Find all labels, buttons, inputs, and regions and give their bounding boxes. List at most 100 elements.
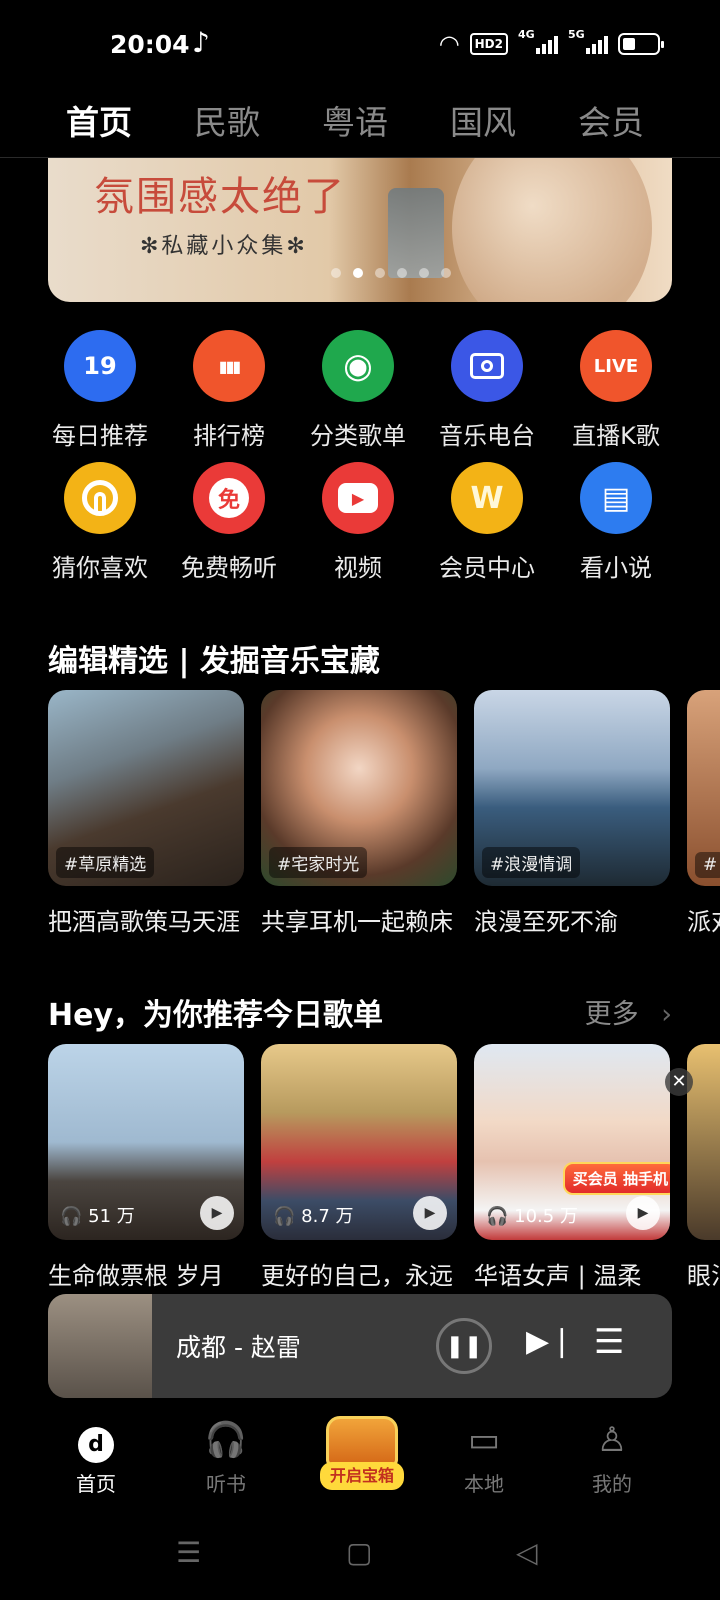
banner-title: 氛围感太绝了 [94, 174, 346, 220]
card-cover: #草原精选 [48, 690, 244, 886]
treasure-chest-button[interactable]: 开启宝箱 [320, 1410, 404, 1492]
shortcut-guess[interactable]: 猜你喜欢 [30, 462, 170, 583]
shortcut-charts[interactable]: ▮▮▮ 排行榜 [159, 330, 299, 451]
calendar-19-icon: 19 [64, 330, 136, 402]
card-cover: #宅家时光 [261, 690, 457, 886]
editor-card[interactable]: #宅家时光 共享耳机一起赖床 [261, 690, 457, 937]
shortcut-categories[interactable]: ◉ 分类歌单 [288, 330, 428, 451]
nav-label: 听书 [206, 1472, 246, 1496]
editor-card[interactable]: # 派对 [687, 690, 720, 937]
nav-local[interactable]: ▭ 本地 [434, 1420, 534, 1497]
shortcut-live[interactable]: LIVE 直播K歌 [546, 330, 686, 451]
nav-label: 本地 [464, 1472, 504, 1496]
home-square-icon[interactable]: ▢ [346, 1536, 372, 1569]
promo-banner[interactable]: 氛围感太绝了 ✻私藏小众集✻ [48, 158, 672, 302]
shortcut-label: 看小说 [580, 554, 652, 582]
play-icon[interactable]: ▶ [413, 1196, 447, 1230]
video-play-icon: ▶ [322, 462, 394, 534]
treasure-chest-icon [326, 1416, 398, 1466]
recents-icon[interactable]: ☰ [176, 1536, 201, 1569]
banner-dot [331, 268, 341, 278]
shortcut-label: 每日推荐 [52, 422, 148, 450]
treasure-chest-label: 开启宝箱 [320, 1462, 404, 1490]
playlist-card[interactable]: 🎧 51 万 ▶ 生命做票根 岁月 [48, 1044, 244, 1291]
card-title: 浪漫至死不渝 [474, 908, 618, 936]
card-title: 派对 [687, 908, 720, 936]
shortcut-daily[interactable]: 19 每日推荐 [30, 330, 170, 451]
tab-folk[interactable]: 民歌 [194, 96, 260, 144]
mini-player[interactable]: 成都 - 赵雷 ❚❚ ▶❘ ☰ [48, 1294, 672, 1398]
shortcut-label: 免费畅听 [181, 554, 277, 582]
banner-vase-image [388, 188, 444, 278]
card-cover: 买会员 抽手机 🎧 10.5 万 ▶ [474, 1044, 670, 1240]
card-tag: #草原精选 [56, 847, 155, 878]
tab-vip[interactable]: 会员 [578, 96, 644, 144]
editor-section-title: 编辑精选 | 发掘音乐宝藏 [48, 644, 380, 679]
signal-5g-icon: 5G [568, 28, 608, 54]
top-tab-bar: 首页 民歌 粤语 国风 会员 [0, 88, 720, 162]
radio-icon [451, 330, 523, 402]
shortcut-label: 排行榜 [193, 422, 265, 450]
album-cover[interactable] [48, 1294, 152, 1398]
play-count: 🎧 10.5 万 [486, 1206, 578, 1227]
playlist-card[interactable]: 🎧 8.7 万 ▶ 更好的自己，永远 [261, 1044, 457, 1291]
editor-card[interactable]: #浪漫情调 浪漫至死不渝 [474, 690, 670, 937]
play-icon[interactable]: ▶ [626, 1196, 660, 1230]
status-icons: ◠ HD2 4G 5G [438, 28, 664, 58]
card-cover: 🎧 8.7 万 ▶ [261, 1044, 457, 1240]
disc-icon: ◉ [322, 330, 394, 402]
close-ad-icon[interactable]: ✕ [665, 1068, 693, 1096]
card-title: 眼泪 [687, 1262, 720, 1290]
card-title: 华语女声 | 温柔 [474, 1262, 642, 1290]
card-title: 把酒高歌策马天涯 [48, 908, 240, 936]
back-triangle-icon[interactable]: ◁ [516, 1536, 538, 1569]
banner-dot [375, 268, 385, 278]
ad-badge[interactable]: 买会员 抽手机 [562, 1162, 670, 1195]
shortcut-label: 视频 [334, 554, 382, 582]
shortcut-label: 会员中心 [439, 554, 535, 582]
card-tag: #浪漫情调 [482, 847, 581, 878]
headphone-icon: 🎧 [273, 1206, 296, 1227]
playlist-card[interactable]: 买会员 抽手机 🎧 10.5 万 ▶ 华语女声 | 温柔 [474, 1044, 670, 1291]
pause-button[interactable]: ❚❚ [436, 1318, 492, 1374]
shortcut-free[interactable]: 免 免费畅听 [159, 462, 299, 583]
card-tag: # [695, 852, 720, 878]
play-icon[interactable]: ▶ [200, 1196, 234, 1230]
headphones-icon: 🎧 [204, 1420, 248, 1460]
playlist-queue-button[interactable]: ☰ [594, 1322, 624, 1362]
card-cover: #浪漫情调 [474, 690, 670, 886]
card-title: 更好的自己，永远 [261, 1262, 453, 1290]
card-title: 生命做票根 岁月 [48, 1262, 224, 1290]
nav-mine[interactable]: ♙ 我的 [562, 1420, 662, 1497]
free-icon: 免 [193, 462, 265, 534]
tab-guofeng[interactable]: 国风 [450, 96, 516, 144]
card-title: 共享耳机一起赖床 [261, 908, 453, 936]
shortcut-label: 猜你喜欢 [52, 554, 148, 582]
vip-crown-icon: W [451, 462, 523, 534]
tab-home[interactable]: 首页 [66, 96, 132, 162]
nav-label: 首页 [76, 1472, 116, 1496]
status-time: 20:04 [110, 30, 190, 59]
shortcut-radio[interactable]: 音乐电台 [417, 330, 557, 451]
shortcut-vip-center[interactable]: W 会员中心 [417, 462, 557, 583]
editor-card[interactable]: #草原精选 把酒高歌策马天涯 [48, 690, 244, 937]
wifi-icon: ◠ [438, 30, 460, 58]
next-track-button[interactable]: ▶❘ [526, 1324, 574, 1359]
hd-voice-icon: HD2 [469, 33, 508, 55]
card-tag: #宅家时光 [269, 847, 368, 878]
nav-audiobook[interactable]: 🎧 听书 [176, 1420, 276, 1497]
tab-cantonese[interactable]: 粤语 [322, 96, 388, 144]
system-nav-bar: ☰ ▢ ◁ [0, 1530, 720, 1590]
more-link[interactable]: 更多 › [585, 992, 672, 1031]
nav-home[interactable]: d 首页 [46, 1420, 146, 1497]
folder-icon: ▭ [467, 1420, 501, 1460]
shortcut-video[interactable]: ▶ 视频 [288, 462, 428, 583]
nav-label: 我的 [592, 1472, 632, 1496]
shortcut-novel[interactable]: ▤ 看小说 [546, 462, 686, 583]
headphone-icon: 🎧 [60, 1206, 83, 1227]
banner-dot-active [353, 268, 363, 278]
person-icon: ♙ [596, 1420, 628, 1460]
shortcut-label: 音乐电台 [439, 422, 535, 450]
now-playing-title[interactable]: 成都 - 赵雷 [176, 1328, 301, 1364]
battery-icon [618, 33, 664, 55]
